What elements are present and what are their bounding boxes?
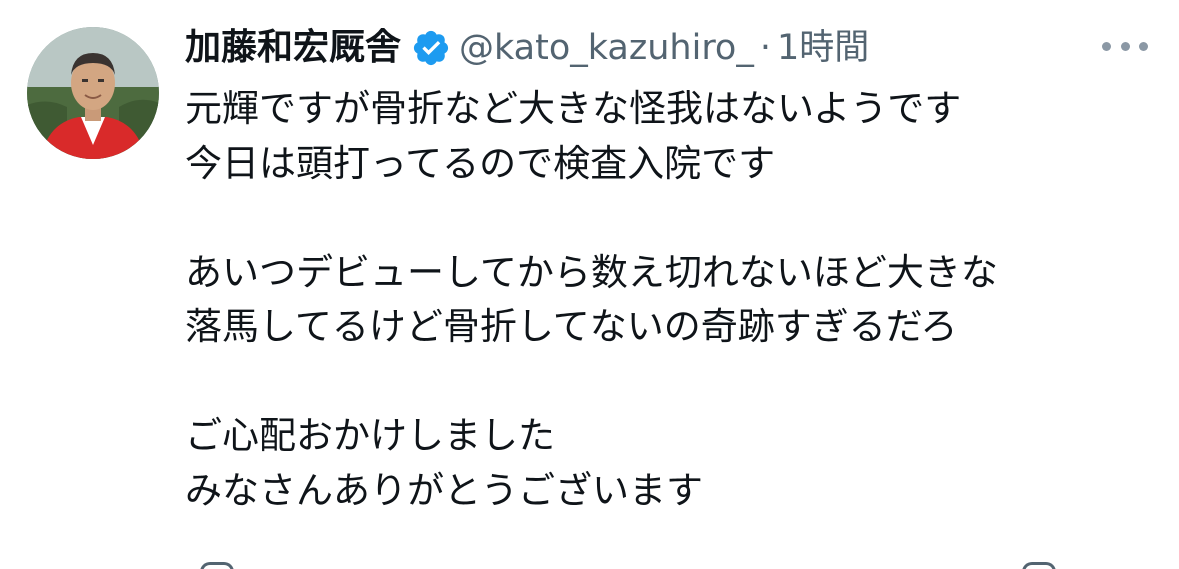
verified-badge-icon <box>411 28 451 68</box>
header-separator: · <box>759 28 771 68</box>
tweet-header: 加藤和宏厩舎 @kato_kazuhiro_ · 1時間 <box>185 24 869 72</box>
more-horizontal-icon[interactable] <box>1102 38 1148 54</box>
tweet-card[interactable]: 加藤和宏厩舎 @kato_kazuhiro_ · 1時間 元輝ですが骨折など大き… <box>0 0 1179 569</box>
more-dot <box>1102 41 1111 51</box>
tweet-text-line: 今日は頭打ってるので検査入院です <box>185 141 776 185</box>
tweet-text-line: あいつデビューしてから数え切れないほど大きな <box>185 250 998 294</box>
tweet-text-line: 元輝ですが骨折など大きな怪我はないようです <box>185 87 962 130</box>
more-dot <box>1120 41 1130 51</box>
tweet-text-line: 落馬してるけど骨折してないの奇跡すぎるだろ <box>185 305 958 348</box>
tweet-text: 元輝ですが骨折など大きな怪我はないようです 今日は頭打ってるので検査入院です あ… <box>185 82 1165 518</box>
tweet-text-line: みなさんありがとうございます <box>185 468 703 512</box>
tweet-timestamp[interactable]: 1時間 <box>777 24 869 72</box>
tweet-text-line: ご心配おかけしました <box>185 414 555 457</box>
author-handle[interactable]: @kato_kazuhiro_ <box>459 24 754 72</box>
more-dot <box>1139 41 1148 51</box>
reply-icon[interactable] <box>200 562 234 569</box>
author-avatar[interactable] <box>27 27 159 159</box>
author-display-name[interactable]: 加藤和宏厩舎 <box>185 24 401 72</box>
avatar-photo-icon <box>27 27 159 159</box>
share-icon[interactable] <box>1022 562 1056 569</box>
